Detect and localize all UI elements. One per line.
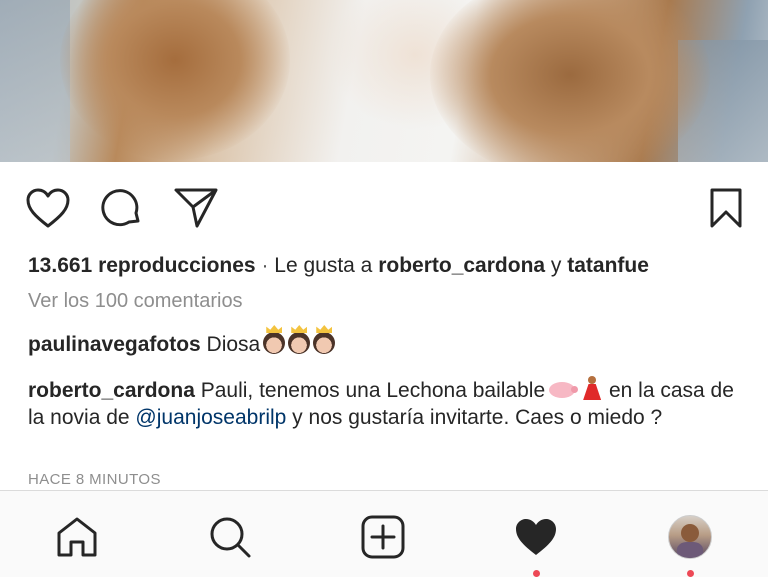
comment-username[interactable]: roberto_cardona <box>28 379 195 402</box>
share-button[interactable] <box>172 184 220 232</box>
nav-home[interactable] <box>49 509 105 565</box>
profile-avatar <box>668 515 712 559</box>
nav-search[interactable] <box>202 509 258 565</box>
save-button[interactable] <box>702 184 750 232</box>
media-detail <box>430 0 710 162</box>
view-all-comments-link[interactable]: Ver los 100 comentarios <box>28 287 243 315</box>
media-detail <box>0 0 70 162</box>
comment-text: Pauli, tenemos una Lechona bailable <box>200 379 546 402</box>
comment-text: Diosa <box>206 333 261 356</box>
separator: · <box>255 254 275 277</box>
princess-emoji-icon <box>313 332 336 354</box>
comment-username[interactable]: paulinavegafotos <box>28 333 201 356</box>
bookmark-icon <box>710 188 742 228</box>
pig-emoji-icon <box>549 382 579 398</box>
comment: roberto_cardona Pauli, tenemos una Lecho… <box>28 376 748 431</box>
media-detail <box>60 0 290 160</box>
activity-heart-icon <box>516 519 556 555</box>
liked-by-label: Le gusta a <box>274 254 379 277</box>
dancer-emoji-icon <box>579 376 603 402</box>
comment-icon <box>101 189 140 227</box>
nav-activity[interactable] <box>508 509 564 577</box>
mention-link[interactable]: @juanjoseabrilp <box>135 406 286 429</box>
heart-icon <box>26 188 70 228</box>
liked-by-joiner: y <box>545 254 568 277</box>
post-media-video[interactable] <box>0 0 768 162</box>
liked-by-user-link[interactable]: roberto_cardona <box>378 254 545 277</box>
home-icon <box>57 517 97 557</box>
nav-profile[interactable] <box>662 509 718 577</box>
princess-emoji-icon <box>263 332 286 354</box>
princess-emoji-icon <box>288 332 311 354</box>
post-timestamp: HACE 8 MINUTOS <box>28 471 161 488</box>
liked-by-user-link[interactable]: tatanfue <box>567 254 649 277</box>
views-count[interactable]: 13.661 reproducciones <box>28 254 256 277</box>
comment: paulinavegafotos Diosa <box>28 331 748 358</box>
post-action-bar <box>0 184 768 234</box>
comment-button[interactable] <box>98 184 146 232</box>
add-post-icon <box>361 515 405 559</box>
share-icon <box>174 188 218 228</box>
comment-text: y nos gustaría invitarte. Caes o miedo ? <box>286 406 663 429</box>
post-stats: 13.661 reproducciones · Le gusta a rober… <box>28 252 649 280</box>
like-button[interactable] <box>24 184 72 232</box>
search-icon <box>210 517 251 558</box>
bottom-nav <box>0 490 768 577</box>
nav-new-post[interactable] <box>355 509 411 565</box>
